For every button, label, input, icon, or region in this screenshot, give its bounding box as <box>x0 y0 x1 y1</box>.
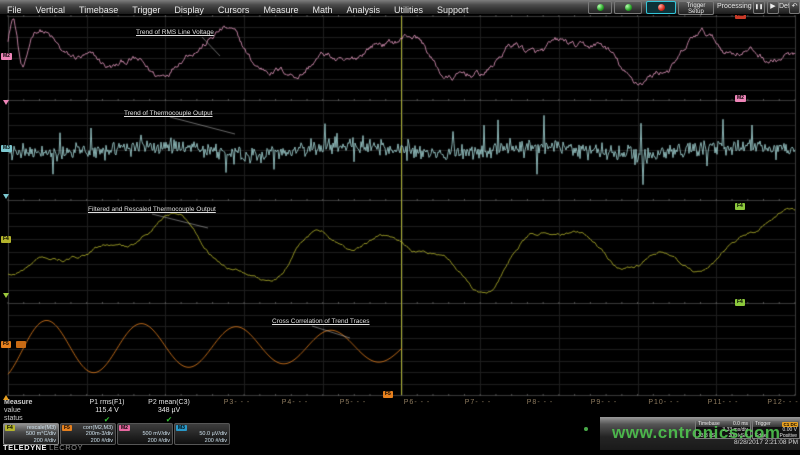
trace-tag-f4[interactable]: F4 <box>1 236 11 243</box>
measure-p5-lab[interactable]: P5- - - <box>321 399 385 406</box>
descriptor-scale-f4: 500 m°C/div <box>26 431 56 437</box>
descriptor-f5[interactable]: F5corr(M2,M3)200m-3/div200 #/div <box>60 423 116 445</box>
record-icon <box>658 4 665 11</box>
watermark: www.cntronics.com <box>612 423 780 443</box>
menu-bar-items: FileVerticalTimebaseTriggerDisplayCursor… <box>0 0 476 17</box>
annotation-f4: Filtered and Rescaled Thermocouple Outpu… <box>88 206 216 213</box>
processing-status: Processing <box>717 0 752 14</box>
waveform-display[interactable] <box>0 0 800 450</box>
menu-item-measure[interactable]: Measure <box>256 3 305 17</box>
brand-teledyne: TELEDYNE <box>3 443 47 452</box>
zero-marker-m2-icon <box>3 100 9 105</box>
descriptor-points-f5: 200 #/div <box>91 438 113 444</box>
measure-p1-val: 115.4 V <box>75 407 139 414</box>
edge-tag-3-f4: F4 <box>735 203 745 210</box>
menu-item-vertical[interactable]: Vertical <box>29 3 73 17</box>
measure-p6-lab[interactable]: P6- - - <box>385 399 449 406</box>
measure-p9-lab[interactable]: P9- - - <box>572 399 636 406</box>
measure-p1-lab[interactable]: P1 rms(F1) <box>75 399 139 406</box>
menu-item-timebase[interactable]: Timebase <box>72 3 125 17</box>
descriptor-tag-m2: M2 <box>119 425 130 431</box>
measure-p8-lab[interactable]: P8- - - <box>508 399 572 406</box>
menu-item-trigger[interactable]: Trigger <box>125 3 167 17</box>
trigger-position-icon <box>3 395 9 400</box>
menu-item-utilities[interactable]: Utilities <box>387 3 430 17</box>
brand-logo: TELEDYNE LECROY <box>3 443 83 452</box>
measure-p12-lab[interactable]: P12- - - <box>751 399 800 406</box>
edge-tag-2-m2: M2 <box>735 95 746 102</box>
edge-tag-5-f5: F5 <box>383 391 393 398</box>
watermark-dot-icon <box>584 427 588 431</box>
descriptor-m2[interactable]: M2 500 mV/div200 #/div <box>117 423 173 445</box>
oscilloscope-screen: FileVerticalTimebaseTriggerDisplayCursor… <box>0 0 800 450</box>
measure-p2-lab[interactable]: P2 mean(C3) <box>137 399 201 406</box>
menu-item-cursors[interactable]: Cursors <box>211 3 257 17</box>
descriptor-tag-f4: F4 <box>5 425 15 431</box>
trigger-setup-button[interactable]: Trigger Setup <box>678 1 714 15</box>
measure-p11-lab[interactable]: P11- - - <box>691 399 755 406</box>
play-button[interactable]: ▶ <box>767 1 779 14</box>
descriptor-f4[interactable]: F4rescale(M3)500 m°C/div200 #/div <box>3 423 59 445</box>
f5-indicator-box <box>16 341 26 348</box>
annotation-f5: Cross Correlation of Trend Traces <box>272 318 370 325</box>
brand-lecroy: LECROY <box>49 443 83 452</box>
menu-item-math[interactable]: Math <box>305 3 339 17</box>
descriptor-points-m3: 200 #/div <box>205 438 227 444</box>
menu-item-support[interactable]: Support <box>430 3 476 17</box>
annotation-m3: Trend of Thermocouple Output <box>124 110 213 117</box>
menu-item-analysis[interactable]: Analysis <box>339 3 387 17</box>
trigger-stop-button[interactable] <box>646 1 676 14</box>
trace-tag-f5[interactable]: F5 <box>1 341 11 348</box>
menu-bar: FileVerticalTimebaseTriggerDisplayCursor… <box>0 0 800 15</box>
trace-tag-m2[interactable]: M2 <box>1 53 12 60</box>
descriptor-scale-f5: 200m-3/div <box>86 431 113 437</box>
status-row-label: status <box>4 415 23 422</box>
pause-button[interactable]: ❚❚ <box>753 1 765 14</box>
menu-item-file[interactable]: File <box>0 3 29 17</box>
autosetup-icon <box>597 4 604 11</box>
measure-row-label: Measure <box>4 399 32 406</box>
measure-p4-lab[interactable]: P4- - - <box>263 399 327 406</box>
descriptor-m3[interactable]: M3 50.0 µV/div200 #/div <box>174 423 230 445</box>
menu-item-display[interactable]: Display <box>167 3 211 17</box>
measure-p3-lab[interactable]: P3- - - <box>205 399 269 406</box>
trace-tag-m3[interactable]: M3 <box>1 145 12 152</box>
measure-p10-lab[interactable]: P10- - - <box>632 399 696 406</box>
trigger-slope: Positive <box>779 433 797 439</box>
annotation-m2: Trend of RMS Line Voltage <box>136 29 214 36</box>
auto-setup-button[interactable] <box>588 1 612 14</box>
descriptor-tag-m3: M3 <box>176 425 187 431</box>
descriptor-scale-m3: 50.0 µV/div <box>199 431 227 437</box>
undo-button[interactable]: ↶ <box>789 1 800 14</box>
descriptor-points-m2: 200 #/div <box>148 438 170 444</box>
descriptor-scale-m2: 500 mV/div <box>142 431 170 437</box>
trigger-source-tag: C1 DC <box>782 422 798 427</box>
zero-marker-m3-icon <box>3 194 9 199</box>
findscale-icon <box>625 4 632 11</box>
measure-p2-val: 348 µV <box>137 407 201 414</box>
value-row-label: value <box>4 407 21 414</box>
measure-p7-lab[interactable]: P7- - - <box>446 399 510 406</box>
zero-marker-f4-icon <box>3 293 9 298</box>
find-scale-button[interactable] <box>614 1 642 14</box>
descriptor-tag-f5: F5 <box>62 425 72 431</box>
edge-tag-4-f4: F4 <box>735 299 745 306</box>
